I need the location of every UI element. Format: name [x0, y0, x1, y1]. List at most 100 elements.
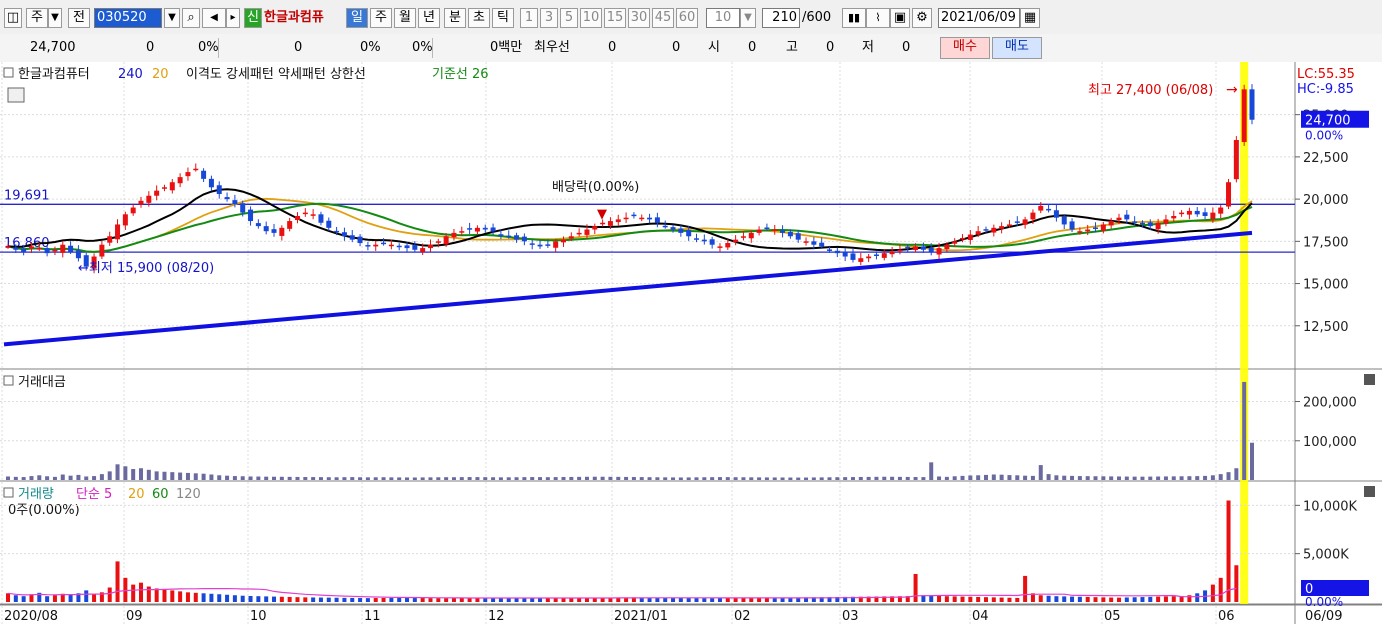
- quantity-bar: [569, 598, 574, 602]
- amount-bar: [170, 472, 175, 480]
- quantity-bar: [710, 598, 715, 602]
- interval-1[interactable]: 1: [520, 8, 538, 28]
- quantity-bar: [757, 597, 762, 602]
- amount-bar: [475, 477, 480, 480]
- quantity-bar: [1054, 596, 1059, 602]
- amount-bar: [1218, 474, 1223, 480]
- interval-60[interactable]: 60: [676, 8, 698, 28]
- amount-bar: [850, 477, 855, 480]
- candle-body: [670, 227, 676, 230]
- amount-bar: [717, 477, 722, 480]
- quantity-bar: [295, 597, 300, 602]
- quantity-bar: [1156, 596, 1161, 602]
- candle-body: [13, 247, 19, 250]
- quote-field2: 0: [672, 40, 681, 55]
- quantity-panel-title: 거래량: [18, 487, 54, 502]
- candle-style-icon[interactable]: ▮▮: [842, 8, 866, 28]
- quantity-bar: [397, 597, 402, 602]
- amount-bar: [162, 471, 167, 480]
- amount-bar: [999, 474, 1004, 480]
- amount-bar: [577, 476, 582, 480]
- x-tick-label: 2021/01: [614, 609, 668, 624]
- chart-area[interactable]: 25,00022,50020,00017,50015,00012,5002020…: [0, 62, 1382, 636]
- interval-15[interactable]: 15: [604, 8, 626, 28]
- amount-bar: [272, 476, 277, 480]
- count-input[interactable]: 210: [762, 8, 800, 28]
- stock-chart-window: ◫ 주 ▼ 전 030520 ▼ ⌕ ◀ ▸ 신 한글과컴퓨 일 주 월 년 분…: [0, 0, 1382, 636]
- calendar-icon[interactable]: ▦: [1020, 8, 1040, 28]
- gear-icon[interactable]: ⚙: [912, 8, 932, 28]
- quantity-bar: [538, 598, 543, 602]
- interval-input[interactable]: 10: [706, 8, 740, 28]
- quantity-bar: [365, 598, 370, 602]
- candle-body: [819, 242, 825, 247]
- period-tab-tick[interactable]: 틱: [492, 8, 514, 28]
- amount-bar: [1226, 472, 1231, 480]
- save-icon[interactable]: ▣: [890, 8, 910, 28]
- line-style-icon[interactable]: ⌇: [866, 8, 890, 28]
- search-icon[interactable]: ⌕: [182, 8, 200, 28]
- prev-stock-icon[interactable]: ◀: [202, 8, 226, 28]
- interval-5[interactable]: 5: [560, 8, 578, 28]
- amount-bar: [545, 477, 550, 480]
- sell-button[interactable]: 매도: [992, 37, 1042, 59]
- prev-button[interactable]: 전: [68, 8, 90, 28]
- candle-body: [138, 200, 144, 205]
- candle-body: [521, 236, 527, 242]
- candle-body: [678, 228, 684, 233]
- period-tab-year[interactable]: 년: [418, 8, 440, 28]
- x-tick-label: 04: [972, 609, 989, 624]
- stock-code-input[interactable]: 030520: [94, 8, 162, 28]
- amount-bar: [827, 477, 832, 480]
- amount-bar: [45, 476, 50, 480]
- candle-body: [1061, 216, 1067, 225]
- candle-body: [357, 236, 363, 244]
- mode-dropdown-icon[interactable]: ▼: [48, 8, 62, 28]
- period-tab-month[interactable]: 월: [394, 8, 416, 28]
- candle-body: [975, 231, 981, 235]
- interval-3[interactable]: 3: [540, 8, 558, 28]
- amount-bar: [929, 462, 934, 480]
- candle-body: [834, 250, 840, 254]
- hc-label: HC:-9.85: [1297, 82, 1354, 97]
- quantity-bar: [1077, 596, 1082, 602]
- interval-30[interactable]: 30: [628, 8, 650, 28]
- period-tab-second[interactable]: 초: [468, 8, 490, 28]
- period-tab-day[interactable]: 일: [346, 8, 368, 28]
- candle-body: [1038, 205, 1044, 211]
- candle-body: [560, 239, 566, 243]
- candle-body: [201, 170, 207, 179]
- amount-bar: [1046, 474, 1051, 480]
- next-stock-icon[interactable]: ▸: [226, 8, 240, 28]
- amount-bar: [952, 476, 957, 480]
- quantity-bar: [1070, 596, 1075, 602]
- price-tick-label: 15,000: [1303, 278, 1349, 293]
- candle-body: [529, 243, 535, 245]
- quantity-bar: [749, 598, 754, 602]
- candle-body: [1100, 224, 1106, 231]
- amount-bar: [412, 477, 417, 480]
- price-tick-label: 20,000: [1303, 193, 1349, 208]
- candle-body: [146, 195, 152, 203]
- candle-body: [1108, 221, 1114, 226]
- code-dropdown-icon[interactable]: ▼: [164, 8, 180, 28]
- period-tab-minute[interactable]: 분: [444, 8, 466, 28]
- candle-body: [725, 243, 731, 248]
- quantity-bar: [389, 597, 394, 602]
- period-tab-week[interactable]: 주: [370, 8, 392, 28]
- date-input[interactable]: 2021/06/09: [938, 8, 1020, 28]
- interval-10[interactable]: 10: [580, 8, 602, 28]
- quantity-bar: [1109, 597, 1114, 602]
- amount-bar: [373, 477, 378, 480]
- amount-bar: [1109, 476, 1114, 480]
- candle-body: [161, 187, 167, 189]
- mode-select[interactable]: 주: [26, 8, 48, 28]
- interval-dropdown-icon[interactable]: ▼: [740, 8, 756, 28]
- quantity-bar: [193, 592, 198, 602]
- buy-button[interactable]: 매수: [940, 37, 990, 59]
- candle-body: [36, 248, 42, 250]
- quantity-bar: [702, 598, 707, 602]
- quote-vol-pct: 0%: [360, 40, 381, 55]
- window-icon[interactable]: ◫: [4, 8, 22, 28]
- interval-45[interactable]: 45: [652, 8, 674, 28]
